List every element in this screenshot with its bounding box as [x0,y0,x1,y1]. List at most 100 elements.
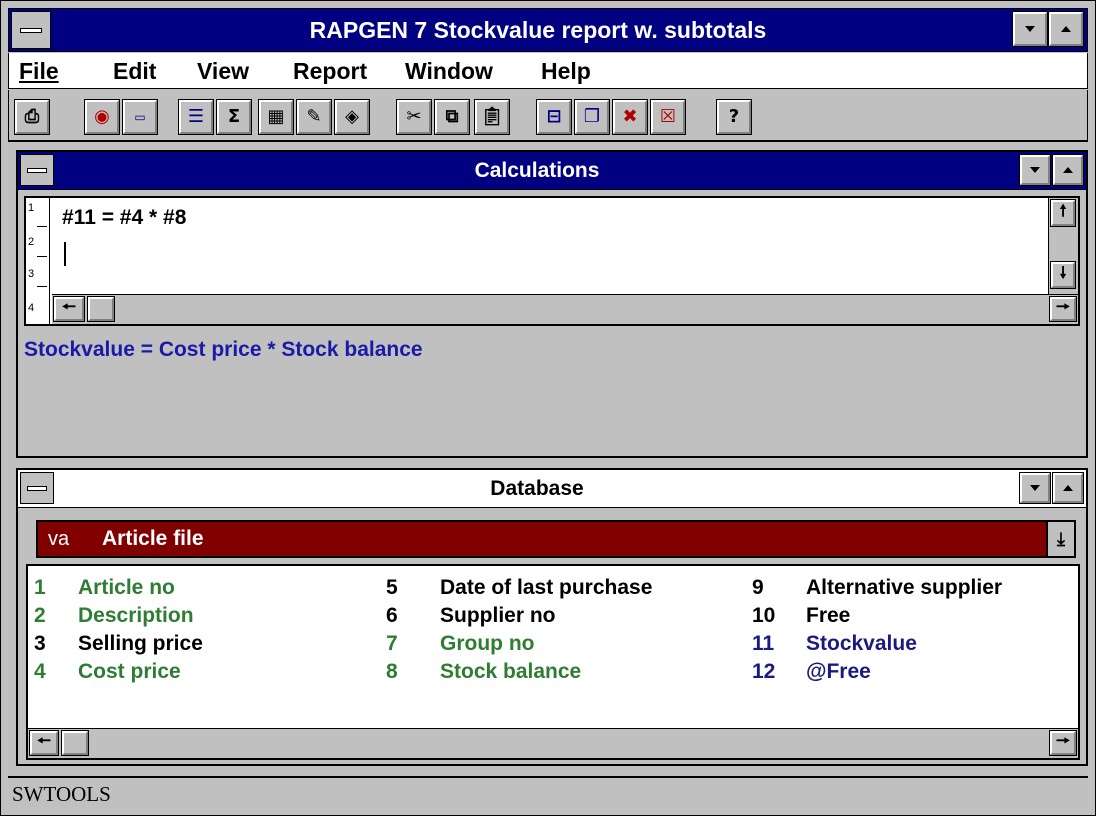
field-number: 9 [752,576,764,599]
edit-chart-button[interactable]: ✎ [296,99,332,135]
field-label: Supplier no [440,604,556,627]
close-window-button[interactable]: ☒ [650,99,686,135]
calculations-system-menu-button[interactable] [20,154,54,186]
arrow-left-icon: 🠔 [61,296,76,316]
calculations-window: Calculations 1 2 3 4 #11 = #4 * #8 🠕 🠗 🠔… [16,150,1088,458]
database-file-select[interactable]: va Article file ⤓ [36,520,1076,558]
field-number: 5 [386,576,398,599]
help-button[interactable]: ? [716,99,752,135]
list-icon: ☰ [187,106,205,127]
menu-file[interactable]: File [19,57,59,85]
form-icon: ◈ [345,106,359,127]
field-label: Article no [78,576,175,599]
system-menu-icon [27,167,47,173]
field-label: Alternative supplier [806,576,1003,599]
scroll-right-button[interactable]: 🠖 [1049,730,1077,756]
maximize-button[interactable] [1048,11,1084,47]
target-icon: ◉ [94,106,110,127]
scroll-up-button[interactable]: 🠕 [1050,199,1076,227]
copy-button[interactable]: ⧉ [434,99,470,135]
scroll-thumb[interactable] [87,296,115,322]
code-line[interactable]: #11 = #4 * #8 [62,206,186,230]
menu-help[interactable]: Help [541,57,591,85]
calculations-horizontal-scrollbar[interactable]: 🠔 🠖 [52,294,1078,324]
close-window-icon: ☒ [659,106,677,127]
dropdown-arrow-icon: ⤓ [1057,528,1065,550]
field-icon: ▭ [134,110,146,124]
menu-report[interactable]: Report [293,57,367,85]
menu-window[interactable]: Window [405,57,493,85]
calculations-minimize-button[interactable] [1019,154,1051,186]
database-system-menu-button[interactable] [20,472,54,504]
toolbar: ⎙ ◉ ▭ ☰ Σ ▦ ✎ ◈ ✂ ⧉ 📋︎ ⊟ ❐ ✖ ☒ ? [8,90,1088,142]
minimize-button[interactable] [1012,11,1048,47]
field-label: Free [806,604,851,627]
field-label: Description [78,604,194,627]
system-menu-icon [27,485,47,491]
database-window: Database va Article file ⤓ 1 Article no 2 D… [16,468,1088,766]
file-dropdown-button[interactable]: ⤓ [1046,520,1076,558]
calculation-description: Stockvalue = Cost price * Stock balance [24,338,423,361]
status-bar: SWTOOLS [8,776,1088,810]
calculations-editor[interactable]: 1 2 3 4 #11 = #4 * #8 🠕 🠗 🠔 🠖 [24,196,1080,326]
menu-bar: File Edit View Report Window Help [8,53,1088,89]
arrow-left-icon: 🠔 [36,730,51,750]
menu-view[interactable]: View [197,57,249,85]
print-button[interactable]: ⎙ [14,99,50,135]
system-menu-button[interactable] [11,11,51,49]
cascade-windows-button[interactable]: ❐ [574,99,610,135]
field-list-horizontal-scrollbar[interactable]: 🠔 🠖 [28,728,1078,758]
close-all-button[interactable]: ✖ [612,99,648,135]
field-number: 10 [752,604,776,627]
line-separator [37,256,47,257]
cut-button[interactable]: ✂ [396,99,432,135]
scroll-right-button[interactable]: 🠖 [1049,296,1077,322]
line-number: 2 [28,236,35,248]
maximize-icon [1063,167,1073,173]
tile-windows-button[interactable]: ⊟ [536,99,572,135]
form-button[interactable]: ◈ [334,99,370,135]
calculations-vertical-scrollbar[interactable]: 🠕 🠗 [1048,198,1078,294]
line-separator [37,286,47,287]
scroll-left-button[interactable]: 🠔 [53,296,85,322]
field-label: Date of last purchase [440,576,653,599]
clipboard-icon: 📋︎ [480,106,504,127]
list-button[interactable]: ☰ [178,99,214,135]
scroll-thumb[interactable] [61,730,89,756]
field-label: Stock balance [440,660,582,683]
arrow-right-icon: 🠖 [1055,296,1070,316]
arrow-right-icon: 🠖 [1055,730,1070,750]
field-number: 6 [386,604,398,627]
maximize-icon [1061,26,1071,32]
scissors-icon: ✂ [406,106,422,127]
calculations-maximize-button[interactable] [1052,154,1084,186]
calculations-title-bar[interactable]: Calculations [18,152,1086,190]
app-title-bar[interactable]: RAPGEN 7 Stockvalue report w. subtotals [8,8,1088,52]
field-button[interactable]: ▭ [122,99,158,135]
paste-button[interactable]: 📋︎ [474,99,510,135]
database-minimize-button[interactable] [1019,472,1051,504]
calculations-title: Calculations [474,159,600,182]
copy-icon: ⧉ [445,106,459,127]
sum-button[interactable]: Σ [216,99,252,135]
line-number-gutter: 1 2 3 4 [26,198,50,324]
minimize-icon [1025,26,1035,32]
calculator-icon: ▦ [267,106,285,127]
field-label: Stockvalue [806,632,917,655]
line-number: 1 [28,202,35,214]
scroll-down-button[interactable]: 🠗 [1050,261,1076,289]
database-field-list[interactable]: 1 Article no 2 Description 3 Selling price 4 Co… [26,564,1080,760]
scroll-left-button[interactable]: 🠔 [29,730,59,756]
field-number: 8 [386,660,398,683]
arrow-up-icon: 🠕 [1059,200,1067,220]
record-button[interactable]: ◉ [84,99,120,135]
calculator-button[interactable]: ▦ [258,99,294,135]
database-maximize-button[interactable] [1052,472,1084,504]
text-caret [64,242,66,266]
menu-edit[interactable]: Edit [113,57,156,85]
field-number: 4 [34,660,46,683]
file-name: Article file [102,527,204,550]
maximize-icon [1063,485,1073,491]
field-number: 11 [752,632,775,655]
database-title-bar[interactable]: Database [18,470,1086,508]
